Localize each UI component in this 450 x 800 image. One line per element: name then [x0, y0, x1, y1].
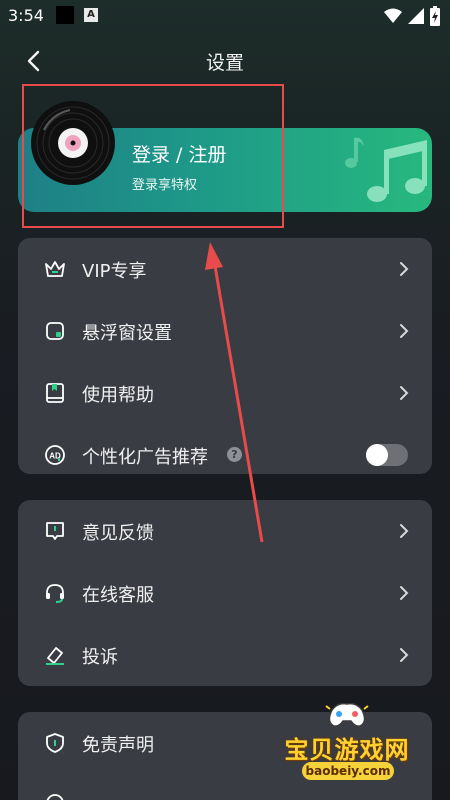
ad-icon: AD: [45, 445, 65, 465]
battery-icon: [430, 6, 440, 26]
vip-crown-icon: [45, 261, 65, 277]
watermark-text: 宝贝游戏网: [284, 736, 410, 764]
personalized-ad-label: 个性化广告推荐: [82, 447, 208, 468]
help-book-icon: [46, 383, 64, 403]
feedback-item[interactable]: 意见反馈: [18, 500, 432, 562]
login-subtitle: 登录享特权: [132, 178, 198, 193]
help-item[interactable]: 使用帮助: [18, 362, 432, 424]
chevron-right-icon: [400, 386, 409, 400]
floating-window-label: 悬浮窗设置: [82, 323, 172, 344]
question-icon[interactable]: ?: [227, 447, 242, 462]
personalized-ad-item: AD 个性化广告推荐 ?: [18, 424, 432, 486]
personalized-ad-toggle[interactable]: [366, 444, 408, 466]
settings-group-support: 意见反馈 在线客服 投诉: [18, 500, 432, 686]
floating-window-icon: [46, 322, 64, 340]
complaint-label: 投诉: [82, 647, 118, 668]
customer-service-item[interactable]: 在线客服: [18, 562, 432, 624]
signal-icon: [408, 8, 424, 24]
complaint-item[interactable]: 投诉: [18, 624, 432, 686]
customer-service-label: 在线客服: [82, 585, 154, 606]
help-label: 使用帮助: [82, 385, 154, 406]
chevron-right-icon: [400, 648, 409, 662]
wifi-icon: [384, 8, 402, 23]
feedback-icon: [46, 522, 64, 540]
page-title: 设置: [205, 52, 244, 74]
chevron-right-icon: [400, 586, 409, 600]
watermark-url: baobeiy.com: [302, 762, 394, 780]
gamepad-icon: [325, 702, 369, 727]
disclaimer-label: 免责声明: [82, 735, 154, 756]
header: 设置: [0, 40, 450, 80]
status-time: 3:54: [8, 6, 44, 25]
login-title[interactable]: 登录 / 注册: [132, 140, 226, 167]
status-bar: 3:54 A: [0, 0, 450, 32]
complaint-eraser-icon: [46, 647, 64, 665]
floating-window-item[interactable]: 悬浮窗设置: [18, 300, 432, 362]
toggle-knob: [366, 444, 388, 466]
partial-icon: [46, 794, 64, 800]
feedback-label: 意见反馈: [82, 523, 154, 544]
watermark-logo: 宝贝游戏网 baobeiy.com: [272, 700, 422, 788]
notification-icon: [56, 6, 74, 24]
vip-item[interactable]: VIP专享: [18, 238, 432, 300]
chevron-right-icon: [400, 324, 409, 338]
settings-group-main: VIP专享 悬浮窗设置 使用帮助 AD 个性化广告推荐 ?: [18, 238, 432, 474]
headset-icon: [46, 584, 64, 603]
app-notification-icon: A: [84, 8, 98, 22]
music-note-icon: [345, 137, 427, 202]
vip-label: VIP专享: [82, 261, 147, 282]
shield-icon: [46, 733, 64, 753]
vinyl-record-avatar[interactable]: [30, 100, 116, 186]
chevron-right-icon: [400, 524, 409, 538]
chevron-right-icon: [400, 262, 409, 276]
